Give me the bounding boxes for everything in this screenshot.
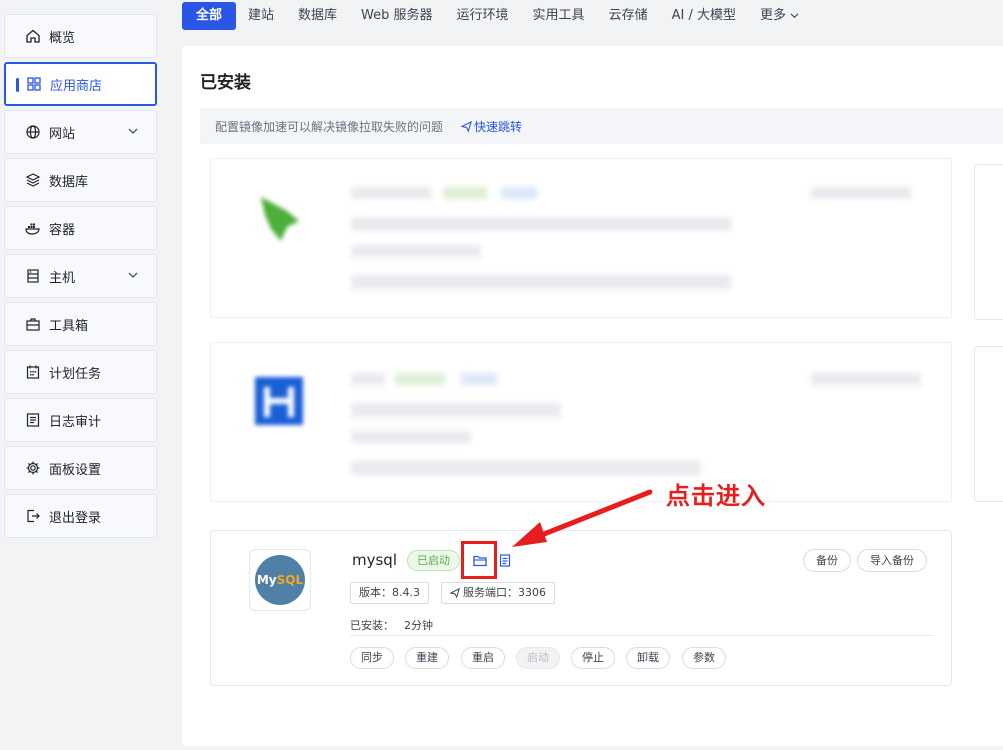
sidebar-item-label: 主机: [49, 270, 76, 286]
send-icon: [461, 120, 472, 132]
sidebar-item-label: 数据库: [49, 174, 89, 190]
sidebar-item-host[interactable]: 主机: [4, 254, 157, 298]
mysql-logo: My SQL: [249, 549, 311, 611]
quick-jump-label: 快速跳转: [474, 119, 523, 134]
logout-icon: [27, 509, 40, 523]
sidebar-item-label: 容器: [49, 222, 76, 238]
params-button[interactable]: 参数: [682, 647, 726, 669]
side-card: [974, 164, 1003, 320]
layers-icon: [25, 173, 41, 187]
restart-button[interactable]: 重启: [461, 647, 505, 669]
divider: [350, 635, 932, 636]
active-indicator: [16, 78, 19, 92]
installed-value: 2分钟: [404, 619, 433, 632]
sidebar-item-overview[interactable]: 概览: [4, 14, 157, 58]
sidebar-item-website[interactable]: 网站: [4, 110, 157, 154]
tab-ai[interactable]: AI / 大模型: [660, 2, 748, 30]
mirror-notice: 配置镜像加速可以解决镜像拉取失败的问题 快速跳转: [200, 108, 1003, 144]
import-backup-button[interactable]: 导入备份: [857, 549, 927, 572]
log-icon: [26, 413, 40, 427]
gear-icon: [26, 461, 40, 475]
sidebar-item-cron[interactable]: 计划任务: [4, 350, 157, 394]
sidebar-item-label: 概览: [49, 30, 76, 46]
blurred-app-icon: [255, 377, 303, 425]
sidebar-item-database[interactable]: 数据库: [4, 158, 157, 202]
side-card: [974, 346, 1003, 502]
tab-runtime[interactable]: 运行环境: [445, 2, 521, 30]
annotation-arrow: [512, 489, 653, 547]
logo-text-my: My: [256, 573, 277, 587]
grid-icon: [27, 77, 41, 91]
backup-button[interactable]: 备份: [803, 549, 851, 572]
send-icon: [450, 588, 460, 598]
sync-button[interactable]: 同步: [350, 647, 394, 669]
server-icon: [27, 269, 39, 283]
globe-icon: [26, 125, 40, 139]
blurred-app-icon: [261, 197, 299, 241]
quick-jump-link[interactable]: 快速跳转: [461, 118, 522, 135]
start-button[interactable]: 启动: [516, 647, 560, 669]
annotation-text: 点击进入: [666, 482, 766, 510]
home-icon: [26, 29, 40, 43]
tab-more-label: 更多: [759, 8, 786, 23]
sidebar-item-label: 工具箱: [49, 318, 89, 334]
main-panel: 已安装 配置镜像加速可以解决镜像拉取失败的问题 快速跳转 My SQL mysq…: [182, 46, 1003, 746]
sidebar-item-label: 计划任务: [49, 366, 102, 382]
installed-time: 已安装： 2分钟: [350, 617, 433, 633]
calendar-icon: [26, 365, 40, 379]
page-title: 已安装: [200, 73, 251, 93]
port-text: 服务端口：3306: [463, 586, 546, 599]
tab-all[interactable]: 全部: [182, 2, 237, 30]
tab-more[interactable]: 更多: [748, 2, 811, 30]
sidebar-item-label: 应用商店: [50, 78, 103, 94]
sidebar-item-container[interactable]: 容器: [4, 206, 157, 250]
installed-label: 已安装：: [350, 619, 394, 632]
status-badge: 已启动: [407, 550, 460, 571]
chevron-down-icon: [128, 272, 138, 278]
notice-text: 配置镜像加速可以解决镜像拉取失败的问题: [215, 119, 444, 134]
blurred-app-card: [210, 342, 952, 502]
docker-icon: [25, 223, 40, 235]
tab-cloud-storage[interactable]: 云存储: [597, 2, 660, 30]
mysql-logo-mark: My SQL: [255, 555, 305, 605]
sidebar-item-logout[interactable]: 退出登录: [4, 494, 157, 538]
tab-website[interactable]: 建站: [236, 2, 286, 30]
uninstall-button[interactable]: 卸载: [626, 647, 670, 669]
stop-button[interactable]: 停止: [571, 647, 615, 669]
sidebar: 概览 应用商店 网站 数据库 容器 主机 工具箱 计划任务 日志审计 面板设置: [0, 0, 163, 750]
port-tag[interactable]: 服务端口：3306: [441, 582, 555, 604]
category-tabs: 全部 建站 数据库 Web 服务器 运行环境 实用工具 云存储 AI / 大模型…: [182, 0, 811, 32]
blurred-app-card: [210, 158, 952, 318]
folder-icon[interactable]: [473, 554, 487, 567]
chevron-down-icon: [790, 13, 799, 19]
logo-text-sql: SQL: [276, 573, 304, 587]
sidebar-item-label: 日志审计: [49, 414, 102, 430]
sidebar-item-toolbox[interactable]: 工具箱: [4, 302, 157, 346]
app-name: mysql: [352, 551, 397, 569]
chevron-down-icon: [128, 128, 138, 134]
tab-tools[interactable]: 实用工具: [521, 2, 597, 30]
sidebar-item-log-audit[interactable]: 日志审计: [4, 398, 157, 442]
tab-database[interactable]: 数据库: [286, 2, 349, 30]
version-tag: 版本：8.4.3: [350, 582, 429, 604]
sidebar-item-label: 网站: [49, 126, 76, 142]
tab-web-server[interactable]: Web 服务器: [349, 2, 444, 30]
sidebar-item-label: 面板设置: [49, 462, 102, 478]
sidebar-item-app-store[interactable]: 应用商店: [4, 62, 157, 106]
sidebar-item-settings[interactable]: 面板设置: [4, 446, 157, 490]
toolbox-icon: [26, 318, 40, 331]
rebuild-button[interactable]: 重建: [405, 647, 449, 669]
sidebar-item-label: 退出登录: [49, 510, 102, 526]
version-text: 版本：8.4.3: [359, 586, 420, 599]
